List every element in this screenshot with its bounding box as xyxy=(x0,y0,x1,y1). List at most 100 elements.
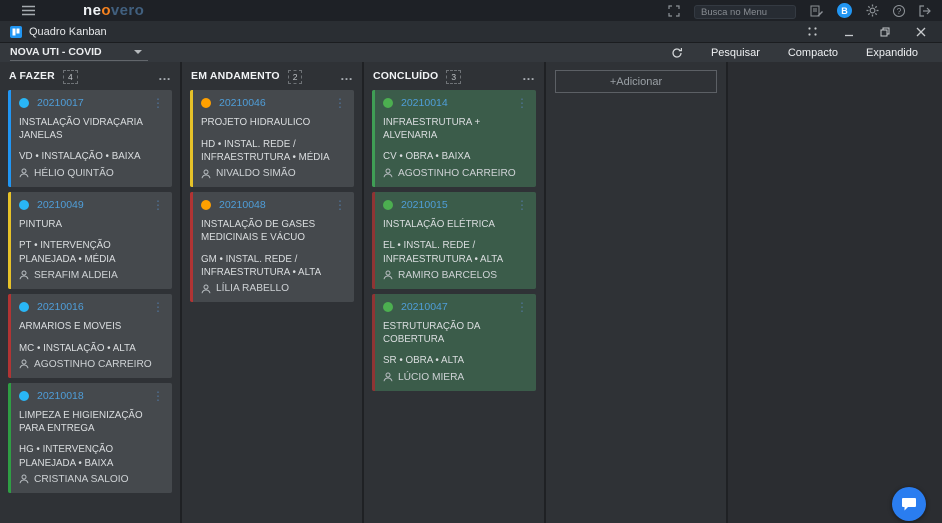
logo-suffix: vero xyxy=(110,2,145,19)
search-board-button[interactable]: Pesquisar xyxy=(697,47,774,59)
restore-button[interactable] xyxy=(880,27,890,37)
board-selector-value: NOVA UTI - COVID xyxy=(10,45,102,58)
kanban-card[interactable]: 20210048 ⋮ INSTALAÇÃO DE GASES MEDICINAI… xyxy=(190,192,354,303)
board-selector[interactable]: NOVA UTI - COVID xyxy=(10,45,148,61)
card-id[interactable]: 20210017 xyxy=(37,97,144,109)
kanban-card[interactable]: 20210046 ⋮ PROJETO HIDRAULICO HD • INSTA… xyxy=(190,90,354,188)
help-button[interactable]: ? xyxy=(893,4,905,17)
card-title: ARMARIOS E MOVEIS xyxy=(19,320,122,332)
chat-button[interactable] xyxy=(892,487,926,521)
compact-view-button[interactable]: Compacto xyxy=(774,47,852,59)
column-menu-button[interactable]: … xyxy=(158,69,171,82)
assignee-name: NIVALDO SIMÃO xyxy=(216,168,296,180)
column-cards: 20210014 ⋮ INFRAESTRUTURA + ALVENARIA CV… xyxy=(364,87,544,399)
status-dot-icon xyxy=(383,301,393,312)
column-cards: 20210046 ⋮ PROJETO HIDRAULICO HD • INSTA… xyxy=(182,87,362,310)
column-menu-button[interactable]: … xyxy=(522,69,535,82)
assignee-name: LÍLIA RABELLO xyxy=(216,283,290,295)
kanban-card[interactable]: 20210017 ⋮ INSTALAÇÃO VIDRAÇARIA JANELAS… xyxy=(8,90,172,187)
card-id[interactable]: 20210016 xyxy=(37,301,144,313)
logout-button[interactable] xyxy=(919,4,932,17)
user-avatar[interactable]: B xyxy=(837,3,852,18)
card-meta: VD • INSTALAÇÃO • BAIXA xyxy=(19,151,141,163)
card-menu-button[interactable]: ⋮ xyxy=(152,390,164,402)
card-meta: HG • INTERVENÇÃO PLANEJADA • BAIXA xyxy=(19,444,114,469)
card-meta: SR • OBRA • ALTA xyxy=(383,355,465,367)
card-menu-button[interactable]: ⋮ xyxy=(516,199,528,211)
kanban-card[interactable]: 20210049 ⋮ PINTURA PT • INTERVENÇÃO PLAN… xyxy=(8,191,172,289)
refresh-button[interactable] xyxy=(657,47,697,59)
column-title: A FAZER xyxy=(9,70,55,82)
person-icon xyxy=(383,168,393,178)
card-assignee: RAMIRO BARCELOS xyxy=(383,270,528,281)
card-menu-button[interactable]: ⋮ xyxy=(152,199,164,211)
tab-quadro-kanban[interactable]: Quadro Kanban xyxy=(10,25,107,38)
settings-button[interactable] xyxy=(866,4,879,17)
activity-log-icon xyxy=(810,5,823,16)
add-column-button[interactable]: +Adicionar xyxy=(555,70,717,93)
card-id[interactable]: 20210015 xyxy=(401,199,508,211)
card-meta: CV • OBRA • BAIXA xyxy=(383,151,471,163)
column-count-badge: 4 xyxy=(62,69,78,84)
expanded-view-button[interactable]: Expandido xyxy=(852,47,932,59)
close-button[interactable] xyxy=(916,27,926,37)
status-dot-icon xyxy=(383,199,393,210)
card-menu-button[interactable]: ⋮ xyxy=(152,97,164,109)
column-menu-button[interactable]: … xyxy=(340,69,353,82)
person-icon xyxy=(19,270,29,280)
dock-button[interactable] xyxy=(807,26,818,37)
chevron-down-icon xyxy=(133,49,142,54)
person-icon xyxy=(19,359,29,369)
status-dot-icon xyxy=(19,301,29,312)
card-meta: HD • INSTAL. REDE / INFRAESTRUTURA • MÉD… xyxy=(201,138,330,163)
kanban-card[interactable]: 20210014 ⋮ INFRAESTRUTURA + ALVENARIA CV… xyxy=(372,90,536,187)
assignee-name: LÚCIO MIERA xyxy=(398,371,465,383)
card-header: 20210014 ⋮ xyxy=(383,97,528,109)
card-id[interactable]: 20210048 xyxy=(219,199,326,211)
menu-toggle-button[interactable] xyxy=(22,5,35,16)
fullscreen-button[interactable] xyxy=(668,4,680,17)
kanban-board: A FAZER 4 … 20210017 ⋮ INSTALAÇÃO VIDRAÇ… xyxy=(0,62,942,523)
card-meta: EL • INSTAL. REDE / INFRAESTRUTURA • ALT… xyxy=(383,240,504,265)
status-dot-icon xyxy=(19,98,29,108)
card-menu-button[interactable]: ⋮ xyxy=(152,301,164,313)
kanban-column: A FAZER 4 … 20210017 ⋮ INSTALAÇÃO VIDRAÇ… xyxy=(0,62,180,523)
column-title: CONCLUÍDO xyxy=(373,70,439,82)
card-header: 20210048 ⋮ xyxy=(201,199,346,211)
card-title: PINTURA xyxy=(19,218,63,230)
card-menu-button[interactable]: ⋮ xyxy=(334,97,346,109)
card-assignee: AGOSTINHO CARREIRO xyxy=(19,359,164,370)
card-id[interactable]: 20210018 xyxy=(37,390,144,402)
tabbar: Quadro Kanban xyxy=(0,21,942,43)
card-menu-button[interactable]: ⋮ xyxy=(334,199,346,211)
card-title: LIMPEZA E HIGIENIZAÇÃO PARA ENTREGA xyxy=(19,409,143,434)
kanban-column: CONCLUÍDO 3 … 20210014 ⋮ INFRAESTRUTURA … xyxy=(364,62,544,523)
assignee-name: CRISTIANA SALOIO xyxy=(34,473,129,485)
person-icon xyxy=(19,474,29,484)
logout-icon xyxy=(919,4,931,17)
board-toolbar: NOVA UTI - COVID Pesquisar Compacto Expa… xyxy=(0,43,942,62)
card-meta: PT • INTERVENÇÃO PLANEJADA • MÉDIA xyxy=(19,240,116,265)
logo-text: ne xyxy=(83,2,102,19)
card-id[interactable]: 20210046 xyxy=(219,97,326,109)
activity-log-button[interactable] xyxy=(810,5,823,17)
card-menu-button[interactable]: ⋮ xyxy=(516,97,528,109)
hamburger-icon xyxy=(22,5,35,16)
help-icon: ? xyxy=(893,4,905,17)
card-id[interactable]: 20210047 xyxy=(401,301,508,313)
kanban-card[interactable]: 20210015 ⋮ INSTALAÇÃO ELÉTRICA EL • INST… xyxy=(372,191,536,289)
card-header: 20210015 ⋮ xyxy=(383,199,528,211)
menu-search-input[interactable] xyxy=(694,5,796,19)
kanban-card[interactable]: 20210016 ⋮ ARMARIOS E MOVEIS MC • INSTAL… xyxy=(8,293,172,378)
chat-bubble-icon xyxy=(902,497,916,510)
minimize-button[interactable] xyxy=(844,27,854,37)
board-empty-area xyxy=(728,62,942,523)
card-id[interactable]: 20210049 xyxy=(37,199,144,211)
card-menu-button[interactable]: ⋮ xyxy=(516,301,528,313)
kanban-card[interactable]: 20210018 ⋮ LIMPEZA E HIGIENIZAÇÃO PARA E… xyxy=(8,382,172,493)
logo-accent: o xyxy=(101,2,111,19)
card-id[interactable]: 20210014 xyxy=(401,97,508,109)
column-count-badge: 2 xyxy=(287,69,303,84)
kanban-card[interactable]: 20210047 ⋮ ESTRUTURAÇÃO DA COBERTURA SR … xyxy=(372,293,536,391)
column-title: EM ANDAMENTO xyxy=(191,70,280,82)
